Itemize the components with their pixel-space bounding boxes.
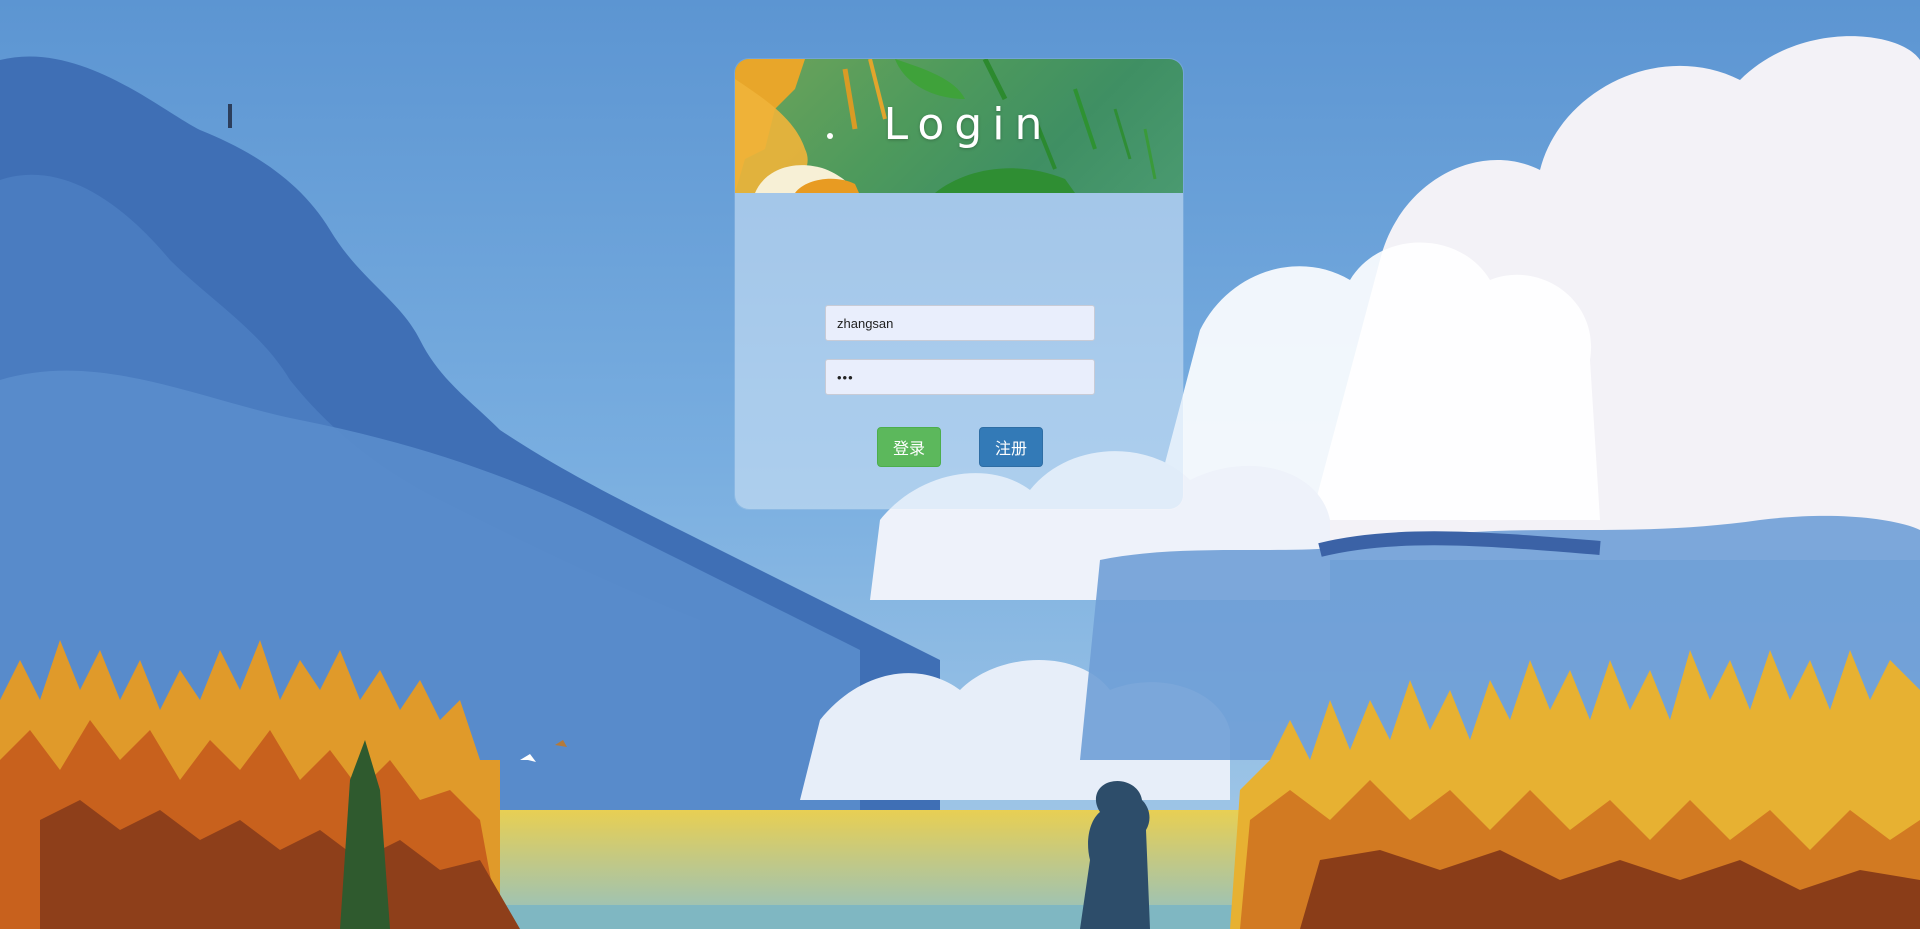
login-card: Login 登录 注册 xyxy=(735,59,1183,509)
register-button[interactable]: 注册 xyxy=(979,427,1043,467)
login-button[interactable]: 登录 xyxy=(877,427,941,467)
username-input[interactable] xyxy=(825,305,1095,341)
login-form: 登录 注册 xyxy=(735,193,1183,509)
password-input[interactable] xyxy=(825,359,1095,395)
login-title: Login xyxy=(883,99,1053,150)
login-banner: Login xyxy=(735,59,1183,193)
